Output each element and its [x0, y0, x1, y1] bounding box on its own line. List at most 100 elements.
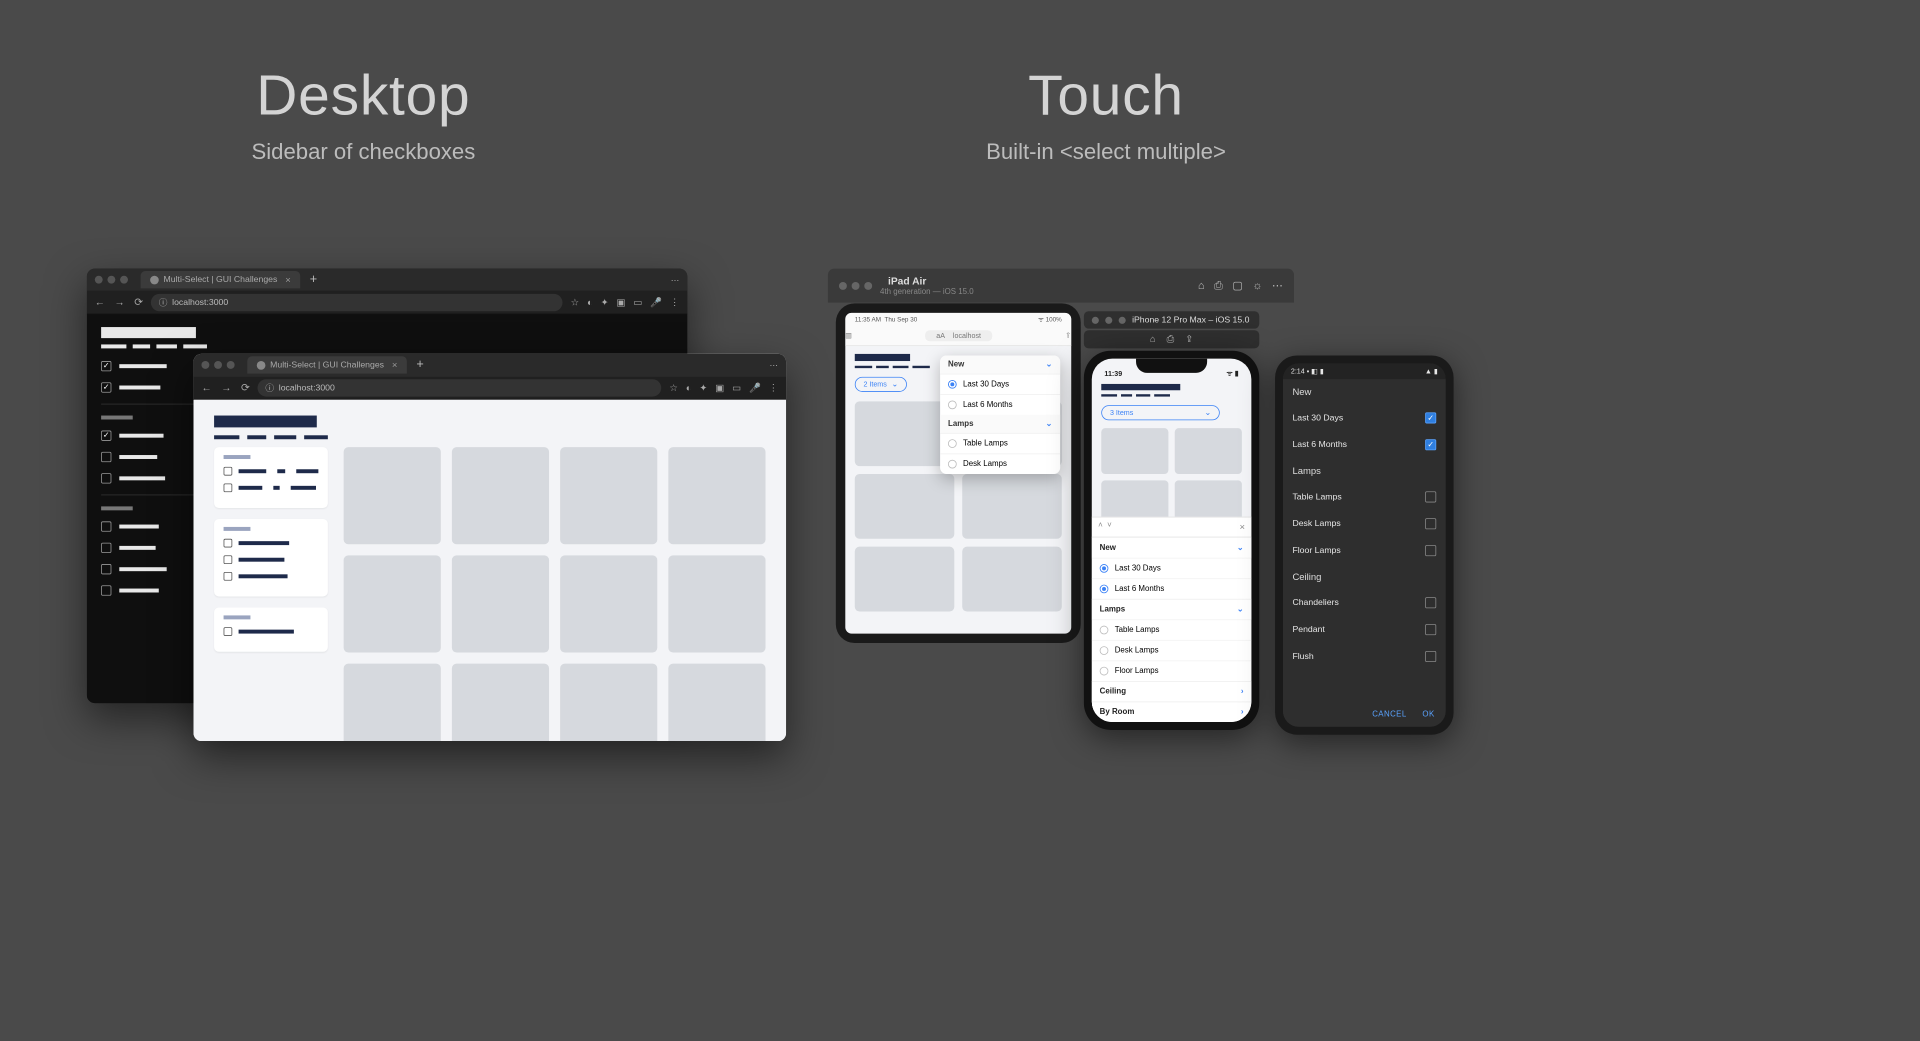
reload-icon[interactable]: ⟳	[134, 296, 143, 309]
extension-icon[interactable]: ✦	[601, 297, 609, 308]
filter-checkbox-row[interactable]	[101, 521, 196, 531]
extension-icon[interactable]: ✦	[699, 382, 707, 393]
filter-checkbox-row[interactable]	[224, 555, 319, 564]
devtools-icon[interactable]: ◐	[587, 297, 593, 308]
menu-icon[interactable]: ⋮	[769, 382, 778, 393]
star-icon[interactable]: ☆	[571, 297, 580, 308]
appearance-icon[interactable]: ☼	[1252, 279, 1262, 292]
option-last-30-days[interactable]: Last 30 Days	[940, 374, 1060, 395]
result-card[interactable]	[560, 664, 657, 741]
option-floor-lamps[interactable]: Floor Lamps	[1092, 660, 1252, 681]
result-card[interactable]	[344, 555, 441, 652]
rotate-icon[interactable]: ▢	[1232, 279, 1242, 292]
result-card[interactable]	[452, 447, 549, 544]
cast-icon[interactable]: ▭	[633, 297, 642, 308]
optgroup-lamps[interactable]: Lamps⌄	[1092, 599, 1252, 620]
result-card[interactable]	[344, 447, 441, 544]
screenshot-icon[interactable]: ⎙	[1167, 333, 1175, 345]
result-card[interactable]	[452, 664, 549, 741]
option-pendant[interactable]: Pendant	[1283, 616, 1446, 643]
option-flush[interactable]: Flush	[1283, 643, 1446, 670]
filter-checkbox-row[interactable]	[101, 543, 196, 553]
chevron-up-icon[interactable]: ˄	[1098, 521, 1103, 530]
option-desk-lamps[interactable]: Desk Lamps	[1283, 510, 1446, 537]
option-last-30-days[interactable]: Last 30 Days	[1092, 558, 1252, 579]
filter-checkbox-row[interactable]	[101, 585, 196, 595]
optgroup-new[interactable]: New⌄	[1092, 537, 1252, 558]
traffic-lights[interactable]	[201, 361, 234, 369]
star-icon[interactable]: ☆	[669, 382, 678, 393]
cancel-button[interactable]: CANCEL	[1372, 710, 1406, 719]
close-tab-icon[interactable]: ×	[392, 359, 398, 370]
filter-checkbox-row[interactable]	[224, 467, 319, 476]
sidebar-icon[interactable]: ▥	[845, 331, 852, 340]
result-card[interactable]	[344, 664, 441, 741]
filter-checkbox-row[interactable]	[101, 473, 196, 483]
ok-button[interactable]: OK	[1422, 710, 1434, 719]
cast-icon[interactable]: ▭	[732, 382, 741, 393]
select-sheet[interactable]: ˄ ˅ × New⌄ Last 30 Days Last 6 Months La…	[1092, 517, 1252, 722]
filter-checkbox-row[interactable]	[224, 572, 319, 581]
option-last-30-days[interactable]: Last 30 Days	[1283, 404, 1446, 431]
optgroup-byroom[interactable]: By Room›	[1092, 702, 1252, 723]
mic-icon[interactable]: 🎤	[650, 297, 662, 308]
result-card[interactable]	[560, 555, 657, 652]
tag-icon[interactable]: ▣	[616, 297, 625, 308]
option-table-lamps[interactable]: Table Lamps	[1283, 483, 1446, 510]
safari-url[interactable]: localhost	[953, 331, 981, 339]
reload-icon[interactable]: ⟳	[241, 381, 250, 394]
result-card[interactable]	[668, 664, 765, 741]
share-icon[interactable]: ⇪	[1185, 333, 1193, 345]
result-card[interactable]	[1101, 428, 1168, 474]
select-popover[interactable]: New⌄ Last 30 Days Last 6 Months Lamps⌄ T…	[940, 356, 1060, 475]
tag-icon[interactable]: ▣	[715, 382, 724, 393]
optgroup-new[interactable]: New⌄	[940, 356, 1060, 374]
optgroup-ceiling[interactable]: Ceiling›	[1092, 681, 1252, 702]
filter-chip[interactable]: 3 Items	[1101, 405, 1220, 420]
window-menu-icon[interactable]: ⋯	[769, 360, 778, 370]
option-chandeliers[interactable]: Chandeliers	[1283, 589, 1446, 616]
devtools-icon[interactable]: ◐	[686, 382, 692, 393]
result-card[interactable]	[560, 447, 657, 544]
back-icon[interactable]: ←	[201, 381, 211, 394]
filter-checkbox-row[interactable]	[224, 539, 319, 548]
share-icon[interactable]: ⇪	[1065, 331, 1071, 340]
result-card[interactable]	[855, 474, 955, 539]
back-icon[interactable]: ←	[95, 296, 105, 309]
filter-checkbox-row[interactable]	[101, 382, 196, 392]
home-icon[interactable]: ⌂	[1198, 279, 1205, 292]
option-desk-lamps[interactable]: Desk Lamps	[940, 453, 1060, 474]
filter-checkbox-row[interactable]	[101, 431, 196, 441]
mic-icon[interactable]: 🎤	[749, 382, 761, 393]
result-card[interactable]	[1175, 428, 1242, 474]
forward-icon[interactable]: →	[115, 296, 125, 309]
option-last-6-months[interactable]: Last 6 Months	[1283, 431, 1446, 458]
browser-tab[interactable]: Multi-Select | GUI Challenges ×	[141, 271, 301, 288]
option-last-6-months[interactable]: Last 6 Months	[940, 394, 1060, 415]
result-card[interactable]	[855, 546, 955, 611]
optgroup-lamps[interactable]: Lamps⌄	[940, 415, 1060, 433]
new-tab-button[interactable]: +	[305, 273, 322, 287]
result-card[interactable]	[962, 474, 1062, 539]
option-floor-lamps[interactable]: Floor Lamps	[1283, 537, 1446, 564]
traffic-lights[interactable]	[839, 282, 872, 290]
window-menu-icon[interactable]: ⋯	[671, 275, 680, 285]
filter-checkbox-row[interactable]	[101, 361, 196, 371]
chevron-down-icon[interactable]: ˅	[1107, 521, 1112, 530]
url-input[interactable]: ⓘ localhost:3000	[151, 293, 563, 310]
filter-checkbox-row[interactable]	[101, 452, 196, 462]
close-icon[interactable]: ×	[1239, 521, 1245, 532]
new-tab-button[interactable]: +	[412, 358, 429, 372]
result-card[interactable]	[962, 546, 1062, 611]
filter-checkbox-row[interactable]	[224, 483, 319, 492]
filter-checkbox-row[interactable]	[224, 627, 319, 636]
result-card[interactable]	[668, 555, 765, 652]
more-icon[interactable]: ⋯	[1272, 279, 1283, 292]
option-table-lamps[interactable]: Table Lamps	[940, 433, 1060, 454]
traffic-lights[interactable]	[95, 276, 128, 284]
filter-chip[interactable]: 2 Items	[855, 376, 907, 391]
screenshot-icon[interactable]: ⎙	[1214, 279, 1223, 292]
option-table-lamps[interactable]: Table Lamps	[1092, 619, 1252, 640]
aa-button[interactable]: aA	[936, 331, 945, 339]
option-desk-lamps[interactable]: Desk Lamps	[1092, 640, 1252, 661]
